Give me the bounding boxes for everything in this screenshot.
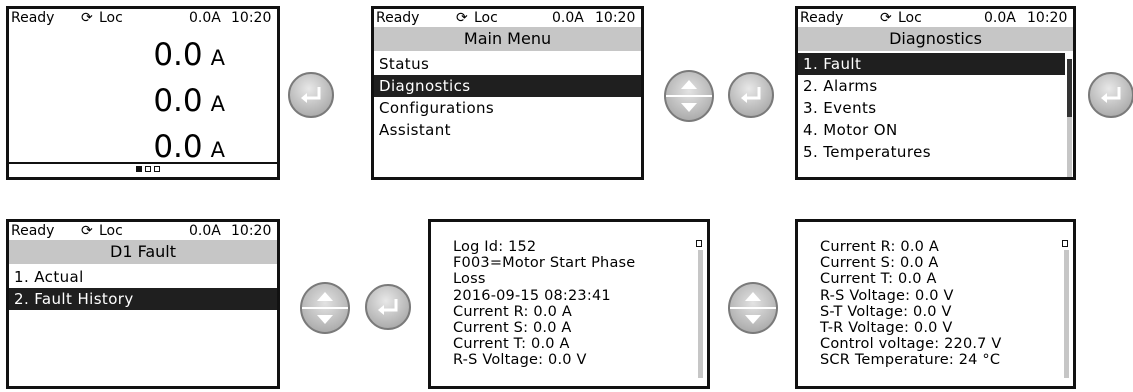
status-current: 0.0A: [189, 223, 221, 239]
status-state: Ready: [11, 223, 55, 239]
menu-item-events[interactable]: 3. Events: [798, 97, 1065, 119]
page-indicator: [9, 162, 277, 177]
menu-item-assistant[interactable]: Assistant: [374, 119, 641, 141]
reading-unit: A: [210, 138, 225, 162]
page-dot: [145, 166, 151, 172]
scrollbar[interactable]: [698, 250, 703, 378]
menu-list: Status Diagnostics Configurations Assist…: [374, 53, 641, 141]
panel-measurement-log: Current R: 0.0 A Current S: 0.0 A Curren…: [795, 219, 1076, 389]
panel-readings: Ready ⟳ Loc 0.0A 10:20 0.0 A 0.0 A 0.0 A: [6, 6, 280, 180]
status-current: 0.0A: [984, 10, 1016, 26]
up-down-arrows-icon: [745, 292, 761, 324]
log-line: R-S Voltage: 0.0 V: [453, 352, 587, 369]
menu-item-alarms[interactable]: 2. Alarms: [798, 75, 1065, 97]
reading-value: 0.0: [153, 37, 203, 73]
scrollbar[interactable]: [1067, 59, 1072, 177]
panel-d1-fault: Ready ⟳ Loc 0.0A 10:20 D1 Fault 1. Actua…: [6, 219, 280, 389]
menu-item-fault[interactable]: 1. Fault: [798, 53, 1065, 75]
menu-item-actual[interactable]: 1. Actual: [9, 266, 277, 288]
log-line: 2016-09-15 08:23:41: [453, 287, 611, 304]
reading-3: 0.0 A: [95, 129, 225, 165]
reading-value: 0.0: [153, 83, 203, 119]
rotate-arrow-icon: ⟳: [456, 10, 468, 26]
status-mode: Loc: [99, 10, 123, 26]
enter-button[interactable]: [728, 72, 774, 118]
menu-list: 1. Fault 2. Alarms 3. Events 4. Motor ON…: [798, 53, 1065, 163]
enter-return-icon: [301, 87, 321, 103]
reading-value: 0.0: [153, 129, 203, 165]
panel-main-menu: Ready ⟳ Loc 0.0A 10:20 Main Menu Status …: [371, 6, 644, 180]
status-mode: Loc: [898, 10, 922, 26]
log-line: Current R: 0.0 A: [820, 239, 939, 255]
enter-button[interactable]: [1088, 72, 1133, 118]
panel-diagnostics: Ready ⟳ Loc 0.0A 10:20 Diagnostics 1. Fa…: [795, 6, 1076, 180]
menu-item-temperatures[interactable]: 5. Temperatures: [798, 141, 1065, 163]
status-bar: Ready ⟳ Loc 0.0A 10:20: [9, 9, 277, 27]
page-dot: [154, 166, 160, 172]
status-mode: Loc: [474, 10, 498, 26]
enter-return-icon: [1101, 87, 1121, 103]
reading-unit: A: [210, 46, 225, 70]
log-line: F003=Motor Start Phase: [453, 255, 636, 272]
status-time: 10:20: [1027, 10, 1068, 26]
status-state: Ready: [11, 10, 55, 26]
menu-item-configurations[interactable]: Configurations: [374, 97, 641, 119]
menu-item-status[interactable]: Status: [374, 53, 641, 75]
up-down-arrows-icon: [317, 292, 333, 324]
log-line: Current R: 0.0 A: [453, 303, 572, 320]
log-line: T-R Voltage: 0.0 V: [820, 319, 953, 336]
enter-button[interactable]: [365, 284, 411, 330]
scrollbar-thumb[interactable]: [1067, 59, 1072, 117]
status-mode: Loc: [99, 223, 123, 239]
log-line: Current S: 0.0 A: [453, 319, 572, 336]
enter-return-icon: [741, 87, 761, 103]
scroll-position-marker: [696, 240, 702, 247]
status-current: 0.0A: [189, 10, 221, 26]
log-line: Current T: 0.0 A: [453, 336, 570, 353]
status-bar: Ready ⟳ Loc 0.0A 10:20: [798, 9, 1073, 27]
enter-return-icon: [378, 299, 398, 315]
measurement-log-text: Current R: 0.0 A Current S: 0.0 A Curren…: [820, 239, 1002, 369]
menu-title: D1 Fault: [9, 240, 277, 264]
up-down-arrows-icon: [681, 80, 697, 112]
log-line: Loss: [453, 271, 486, 288]
status-bar: Ready ⟳ Loc 0.0A 10:20: [374, 9, 641, 27]
status-state: Ready: [376, 10, 420, 26]
menu-title: Main Menu: [374, 27, 641, 51]
rotate-arrow-icon: ⟳: [81, 10, 93, 26]
log-line: Current S: 0.0 A: [820, 255, 939, 272]
log-line: Control voltage: 220.7 V: [820, 336, 1002, 353]
menu-item-diagnostics[interactable]: Diagnostics: [374, 75, 641, 97]
log-line: S-T Voltage: 0.0 V: [820, 303, 952, 320]
scroll-button[interactable]: [300, 282, 350, 334]
rotate-arrow-icon: ⟳: [880, 10, 892, 26]
scroll-button[interactable]: [728, 282, 778, 334]
menu-item-motor-on[interactable]: 4. Motor ON: [798, 119, 1065, 141]
page-dot-active: [136, 166, 142, 172]
status-current: 0.0A: [552, 10, 584, 26]
fault-log-text: Log Id: 152 F003=Motor Start Phase Loss …: [453, 239, 635, 369]
status-state: Ready: [800, 10, 844, 26]
enter-button[interactable]: [288, 72, 334, 118]
log-line: Current T: 0.0 A: [820, 271, 937, 288]
scroll-button[interactable]: [664, 70, 714, 122]
reading-unit: A: [210, 92, 225, 116]
status-time: 10:20: [231, 223, 272, 239]
menu-item-fault-history[interactable]: 2. Fault History: [9, 288, 277, 310]
scroll-position-marker: [1062, 240, 1068, 247]
status-bar: Ready ⟳ Loc 0.0A 10:20: [9, 222, 277, 240]
rotate-arrow-icon: ⟳: [81, 223, 93, 239]
scrollbar[interactable]: [1064, 250, 1069, 378]
status-time: 10:20: [595, 10, 636, 26]
log-line: SCR Temperature: 24 °C: [820, 352, 1001, 369]
log-line: Log Id: 152: [453, 239, 537, 255]
reading-2: 0.0 A: [95, 83, 225, 119]
panel-fault-log: Log Id: 152 F003=Motor Start Phase Loss …: [428, 219, 710, 389]
menu-list: 1. Actual 2. Fault History: [9, 266, 277, 310]
status-time: 10:20: [231, 10, 272, 26]
log-line: R-S Voltage: 0.0 V: [820, 287, 954, 304]
reading-1: 0.0 A: [95, 37, 225, 73]
menu-title: Diagnostics: [798, 27, 1073, 51]
